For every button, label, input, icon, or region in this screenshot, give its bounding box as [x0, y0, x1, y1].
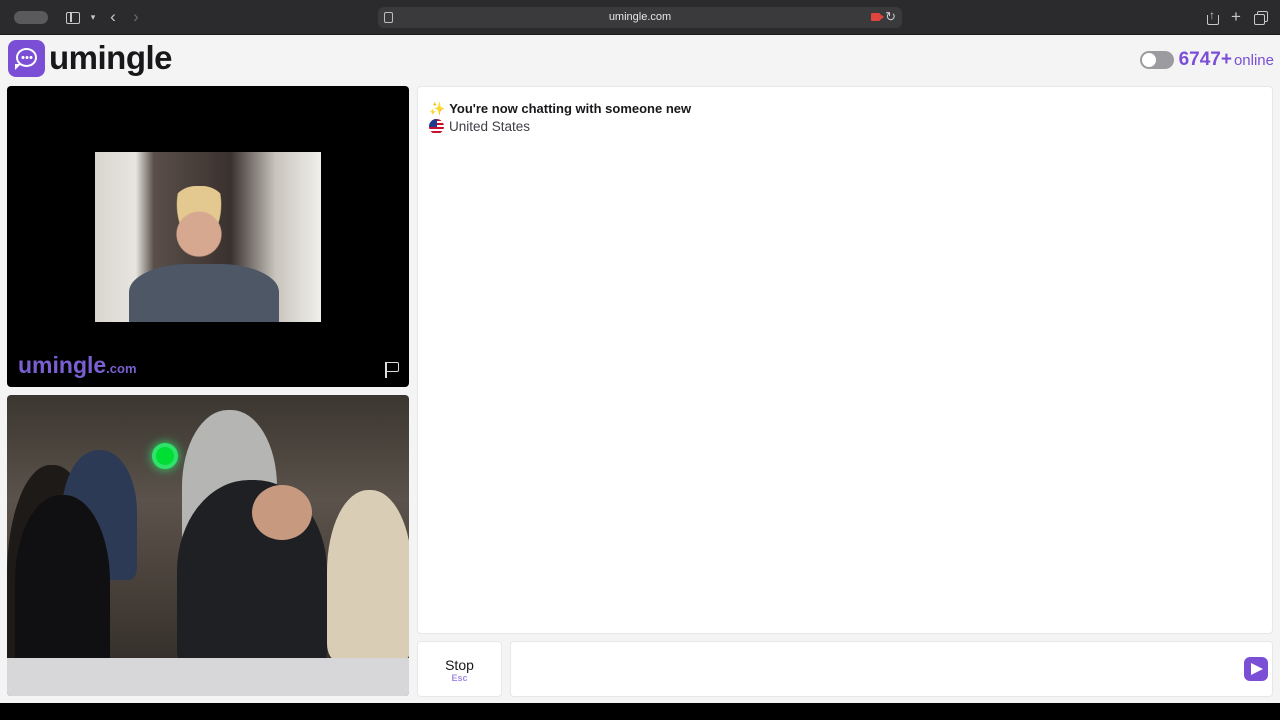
online-count: 6747+ [1178, 49, 1232, 70]
self-video [7, 395, 409, 696]
page: umingle 6747+ online umingle.com ✨ You're… [0, 35, 1280, 703]
url-text: umingle.com [608, 11, 672, 23]
forward-arrow-icon[interactable]: › [128, 8, 144, 25]
chat-log: ✨ You're now chatting with someone new Un… [417, 86, 1273, 634]
new-tab-icon[interactable]: + [1228, 8, 1244, 25]
watermark-domain: .com [106, 361, 137, 376]
logo[interactable]: umingle [8, 39, 173, 77]
stranger-video: umingle.com [7, 86, 409, 387]
online-counter: 6747+ online [1139, 49, 1274, 71]
system-message-text: You're now chatting with someone new [449, 101, 692, 116]
logo-text: umingle [49, 39, 173, 76]
stranger-country: United States [429, 119, 530, 134]
window-controls[interactable] [14, 11, 48, 24]
stop-button[interactable]: Stop Esc [417, 641, 502, 697]
stop-shortcut-hint: Esc [451, 673, 468, 683]
country-name: United States [449, 119, 531, 134]
share-icon[interactable] [1204, 7, 1220, 25]
send-icon[interactable] [1244, 657, 1268, 681]
stranger-camera-feed [95, 152, 321, 322]
umingle-watermark: umingle.com [18, 352, 137, 379]
chat-bubble-logo-icon [8, 39, 45, 77]
browser-toolbar: ▾ ‹ › umingle.com ↻ + [0, 0, 1280, 35]
bottom-edge [0, 703, 1280, 720]
sidebar-toggle-icon[interactable] [64, 9, 80, 25]
stop-button-label: Stop [445, 657, 474, 673]
message-input[interactable] [510, 641, 1273, 697]
watermark-name: umingle [18, 352, 107, 378]
system-message: ✨ You're now chatting with someone new [429, 101, 691, 117]
sparkle-icon: ✨ [429, 101, 446, 116]
camera-in-use-icon[interactable] [871, 13, 884, 21]
address-bar[interactable]: umingle.com ↻ [378, 7, 902, 28]
back-arrow-icon[interactable]: ‹ [105, 8, 121, 25]
reload-icon[interactable]: ↻ [885, 9, 896, 25]
tab-overview-icon[interactable] [1253, 9, 1269, 25]
us-flag-icon [429, 119, 444, 134]
chevron-down-icon[interactable]: ▾ [85, 9, 101, 25]
online-label: online [1233, 52, 1274, 69]
green-light [152, 443, 178, 469]
report-flag-icon[interactable] [383, 361, 401, 379]
theme-toggle[interactable] [1139, 51, 1174, 69]
